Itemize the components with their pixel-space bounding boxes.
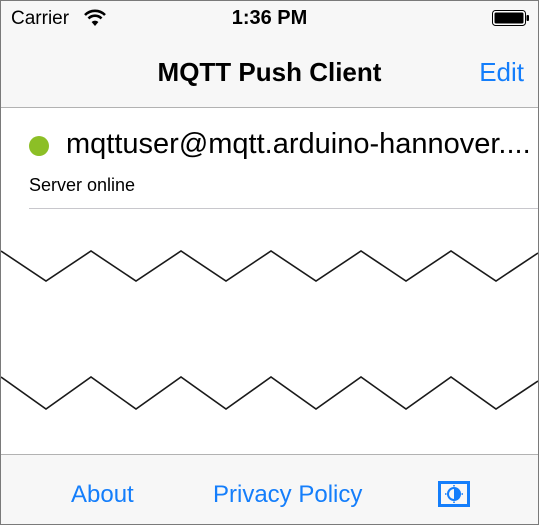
online-status-icon — [29, 136, 49, 156]
privacy-policy-button[interactable]: Privacy Policy — [213, 481, 362, 509]
navigation-bar: MQTT Push Client Edit — [1, 37, 538, 108]
torn-edge-divider — [1, 231, 538, 410]
server-list-item[interactable]: mqttuser@mqtt.arduino-hannover.... Serve… — [1, 108, 538, 210]
app-window: Carrier 1:36 PM MQTT Push Client Edit mq… — [0, 0, 539, 525]
about-button[interactable]: About — [71, 481, 134, 509]
status-bar: Carrier 1:36 PM — [1, 1, 538, 37]
bottom-toolbar: About Privacy Policy — [1, 454, 538, 524]
server-title: mqttuser@mqtt.arduino-hannover.... — [66, 128, 531, 160]
edit-button[interactable]: Edit — [479, 57, 524, 88]
brightness-toggle-icon[interactable] — [438, 481, 470, 507]
status-time: 1:36 PM — [231, 7, 308, 29]
server-status-text: Server online — [29, 175, 136, 195]
battery-icon — [492, 10, 529, 26]
page-title: MQTT Push Client — [157, 57, 382, 87]
